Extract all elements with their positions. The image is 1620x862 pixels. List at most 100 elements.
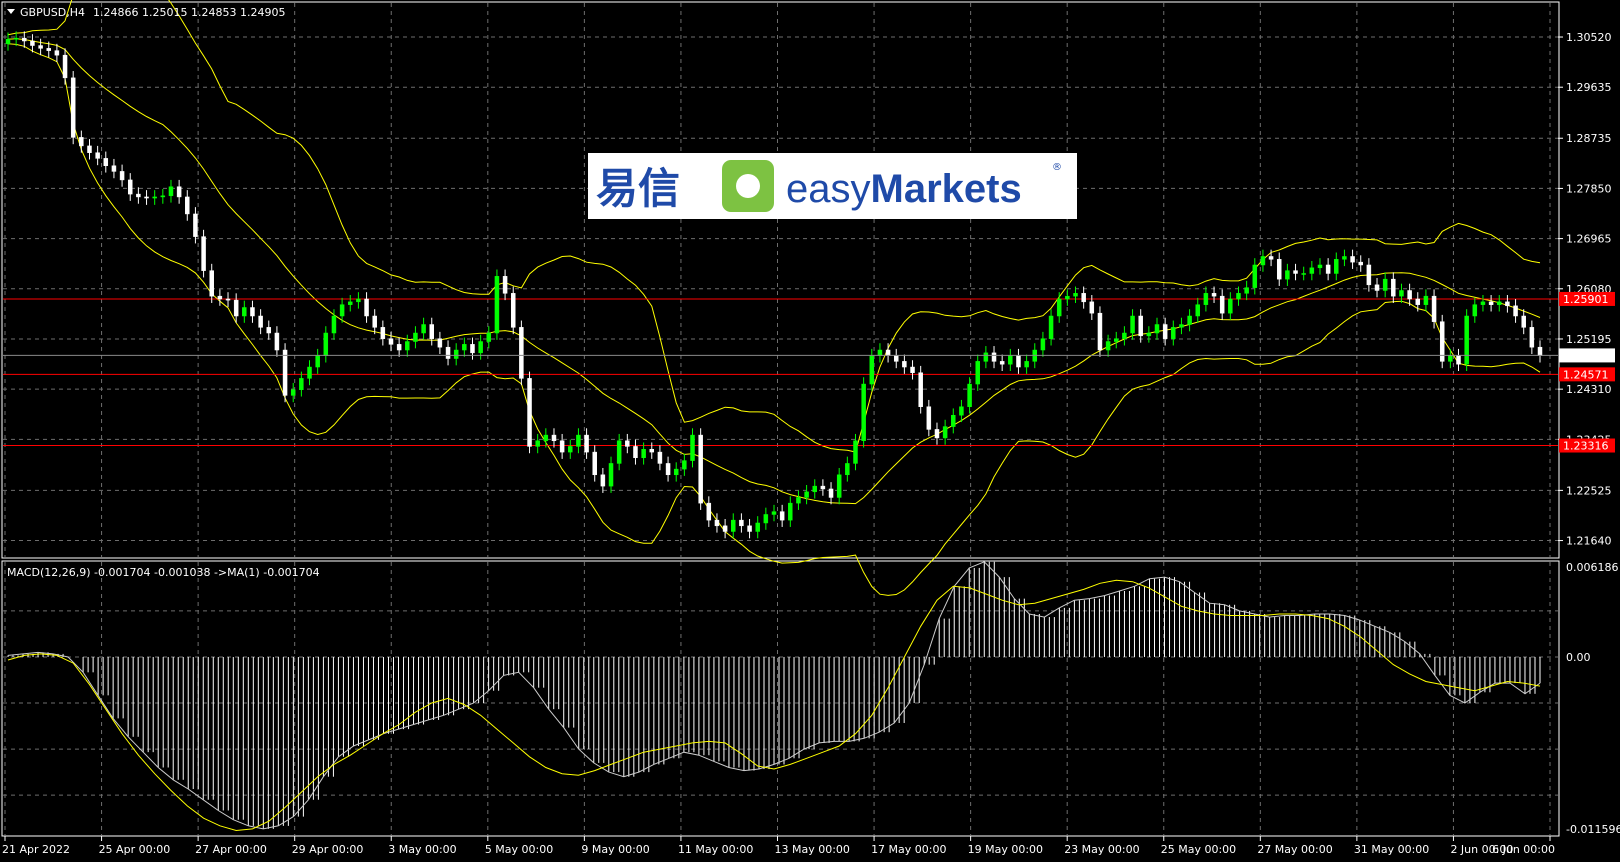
candle-body — [38, 45, 43, 49]
candle-body — [763, 514, 769, 524]
candle-body — [1521, 315, 1526, 328]
candle-body — [1138, 315, 1143, 337]
candle-body — [731, 519, 736, 532]
candle-body — [942, 426, 948, 439]
candle-body — [266, 327, 272, 334]
candle-body — [625, 440, 630, 447]
candle-body — [437, 338, 443, 348]
candle-body — [1407, 290, 1412, 300]
candle-body — [902, 361, 907, 368]
candle-body — [1317, 264, 1323, 269]
candle-body — [828, 488, 834, 498]
candle-body — [79, 137, 84, 147]
candle-body — [1301, 273, 1306, 275]
candle-body — [70, 77, 76, 138]
candle-body — [1399, 290, 1404, 297]
candle-body — [1448, 355, 1453, 362]
candle-body — [568, 446, 573, 453]
candle-body — [698, 434, 703, 504]
candle-body — [242, 307, 247, 317]
candle-body — [185, 196, 190, 215]
candle-body — [1211, 293, 1217, 297]
macd-label: MACD(12,26,9) -0.001704 -0.001038 ->MA(1… — [7, 566, 320, 579]
candle-body — [217, 295, 223, 300]
candle-body — [95, 152, 100, 159]
candle-body — [1195, 304, 1200, 317]
time-tick-label: 27 Apr 00:00 — [195, 843, 267, 856]
candle-body — [999, 361, 1005, 365]
candle-body — [144, 196, 149, 199]
macd-axis: 0.006186 0.00 -0.011596 — [1566, 561, 1620, 836]
chart-canvas[interactable]: 1.24905 GBPUSD,H4 1.24866 1.25015 1.2485… — [0, 0, 1620, 862]
candle-body — [290, 389, 296, 396]
candle-body — [991, 352, 997, 362]
time-axis: 21 Apr 2022 25 Apr 00:00 27 Apr 00:00 29 Ap… — [2, 836, 1555, 856]
price-tick-label: 1.22525 — [1566, 484, 1612, 497]
time-tick-label: 9 May 00:00 — [581, 843, 649, 856]
logo-dot-icon — [736, 174, 760, 198]
symbol-dropdown-icon[interactable] — [7, 9, 15, 14]
candle-body — [348, 301, 353, 305]
candle-body — [396, 344, 402, 351]
current-price-line: 1.24905 — [3, 348, 1615, 363]
candle-body — [836, 474, 842, 498]
candle-body — [323, 332, 329, 356]
candle-body — [714, 519, 720, 527]
easymarkets-logo: 易信 easyMarkets ® — [588, 153, 1077, 219]
candle-body — [136, 193, 141, 198]
candle-body — [1342, 256, 1347, 260]
candle-body — [1285, 270, 1290, 280]
candle-body — [788, 502, 793, 521]
candle-body — [1431, 295, 1437, 322]
candle-body — [331, 315, 337, 334]
candle-body — [152, 196, 157, 199]
symbol-label: GBPUSD,H4 — [20, 6, 85, 19]
candle-body — [771, 511, 777, 515]
candle-body — [673, 468, 679, 476]
candle-body — [258, 315, 263, 328]
candle-body — [1309, 267, 1315, 274]
candle-body — [1464, 315, 1469, 365]
price-panel-frame — [1, 1, 1560, 559]
candle-body — [364, 298, 369, 317]
candle-body — [739, 519, 744, 527]
candle-body — [600, 474, 606, 487]
candle-body — [5, 39, 11, 45]
candle-body — [1073, 293, 1078, 297]
logo-cn-text: 易信 — [596, 164, 680, 213]
candle-body — [87, 145, 92, 153]
candle-body — [274, 332, 280, 351]
level-tag-label: 1.23316 — [1563, 440, 1609, 453]
candle-body — [527, 378, 532, 447]
candle-body — [1423, 295, 1429, 305]
candle-body — [453, 349, 459, 359]
logo-registered: ® — [1052, 162, 1062, 173]
candle-body — [1391, 278, 1396, 297]
candle-body — [1260, 256, 1266, 266]
candle-body — [176, 186, 182, 198]
candle-body — [486, 332, 492, 342]
candle-body — [1358, 261, 1363, 266]
candle-body — [282, 349, 288, 396]
time-tick-label: 25 Apr 00:00 — [99, 843, 171, 856]
candle-body — [690, 434, 695, 461]
candle-body — [127, 179, 133, 195]
candle-body — [1268, 256, 1274, 260]
time-tick-label: 3 May 00:00 — [388, 843, 456, 856]
candle-body — [119, 171, 125, 181]
candle-body — [820, 485, 826, 490]
candle-body — [869, 355, 875, 385]
macd-tick-label: 0.006186 — [1566, 561, 1619, 574]
candle-body — [559, 440, 565, 453]
ohlc-values: 1.24866 1.25015 1.24853 1.24905 — [93, 6, 285, 19]
candle-body — [1048, 315, 1054, 339]
macd-tick-label: -0.011596 — [1566, 823, 1620, 836]
candle-body — [380, 327, 386, 339]
time-tick-label: 29 Apr 00:00 — [292, 843, 364, 856]
candle-body — [535, 440, 540, 447]
candle-body — [633, 446, 638, 459]
candle-body — [934, 429, 940, 439]
candle-body — [616, 440, 622, 464]
time-tick-label: 6 Jun 00:00 — [1492, 843, 1555, 856]
candle-body — [861, 383, 866, 442]
